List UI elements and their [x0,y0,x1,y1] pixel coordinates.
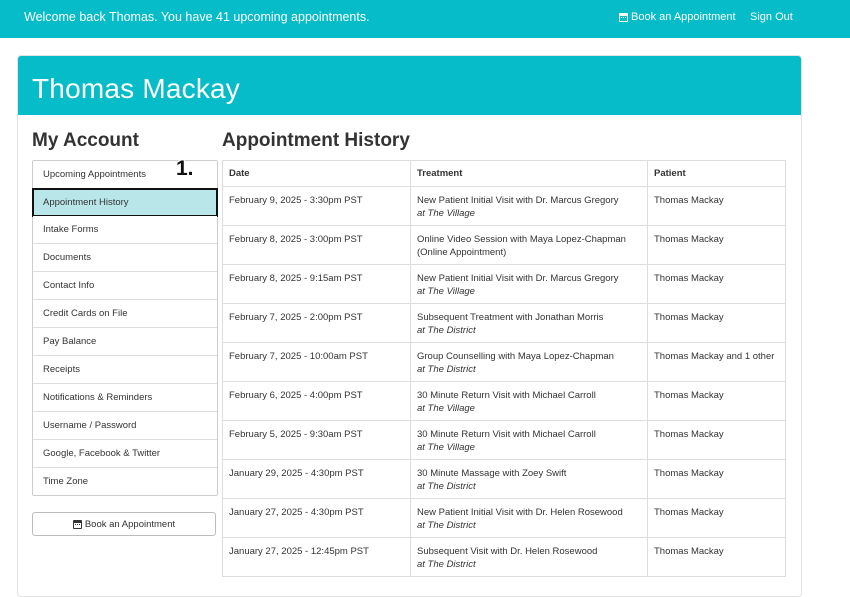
table-row: January 27, 2025 - 12:45pm PST Subsequent… [222,537,786,577]
top-book-appointment-link[interactable]: Book an Appointment [619,11,736,23]
table-header-row: Date Treatment Patient [222,160,786,187]
account-card: Thomas Mackay My Account Upcoming Appoin… [17,55,802,597]
nav-item-contact-info[interactable]: Contact Info [33,272,217,300]
top-bar: Welcome back Thomas. You have 41 upcomin… [0,0,850,38]
sidebar-book-appointment-button[interactable]: Book an Appointment [32,512,216,536]
appointment-location: at The Village [417,442,475,453]
nav-item-intake-forms[interactable]: Intake Forms [33,216,217,244]
appointment-treatment-cell: Subsequent Visit with Dr. Helen Rosewood… [410,537,648,577]
nav-item-time-zone[interactable]: Time Zone [33,468,217,495]
appointment-patient: Thomas Mackay [647,537,786,577]
appointment-patient: Thomas Mackay [647,186,786,226]
appointment-patient: Thomas Mackay [647,225,786,265]
nav-item-pay-balance[interactable]: Pay Balance [33,328,217,356]
sign-out-link[interactable]: Sign Out [750,11,793,23]
appointment-date: February 8, 2025 - 3:00pm PST [222,225,411,265]
appointment-location: at The District [417,481,476,492]
appointment-location: at The District [417,559,476,570]
appointment-date: February 6, 2025 - 4:00pm PST [222,381,411,421]
appointment-location: at The Village [417,208,475,219]
appointment-treatment-cell: New Patient Initial Visit with Dr. Marcu… [410,264,648,304]
table-row: February 9, 2025 - 3:30pm PST New Patient… [222,186,786,226]
appointment-patient: Thomas Mackay [647,381,786,421]
nav-item-username-password[interactable]: Username / Password [33,412,217,440]
table-row: January 29, 2025 - 4:30pm PST 30 Minute M… [222,459,786,499]
appointment-location: at The District [417,325,476,336]
welcome-message: Welcome back Thomas. You have 41 upcomin… [24,10,370,24]
appointment-patient: Thomas Mackay [647,303,786,343]
nav-item-receipts[interactable]: Receipts [33,356,217,384]
appointment-date: February 7, 2025 - 10:00am PST [222,342,411,382]
profile-name: Thomas Mackay [32,73,240,104]
appointment-treatment: New Patient Initial Visit with Dr. Marcu… [417,195,619,206]
appointment-date: January 27, 2025 - 4:30pm PST [222,498,411,538]
table-row: February 8, 2025 - 9:15am PST New Patient… [222,264,786,304]
appointment-treatment-cell: 30 Minute Return Visit with Michael Carr… [410,381,648,421]
appointment-treatment: Group Counselling with Maya Lopez-Chapma… [417,351,614,362]
column-header-patient: Patient [647,160,786,187]
appointment-treatment-cell: 30 Minute Massage with Zoey Swift at The … [410,459,648,499]
appointment-treatment-cell: Online Video Session with Maya Lopez-Cha… [410,225,648,265]
calendar-icon [72,519,82,529]
appointment-date: February 9, 2025 - 3:30pm PST [222,186,411,226]
page-title: Appointment History [222,130,410,151]
appointment-location: at The District [417,364,476,375]
column-header-treatment: Treatment [410,160,648,187]
table-row: February 8, 2025 - 3:00pm PST Online Vide… [222,225,786,265]
appointment-date: January 29, 2025 - 4:30pm PST [222,459,411,499]
nav-item-social-accounts[interactable]: Google, Facebook & Twitter [33,440,217,468]
table-row: February 6, 2025 - 4:00pm PST 30 Minute R… [222,381,786,421]
nav-item-appointment-history[interactable]: Appointment History [32,188,218,217]
appointment-history-table: Date Treatment Patient February 9, 2025 … [222,160,786,577]
appointment-date: January 27, 2025 - 12:45pm PST [222,537,411,577]
appointment-location: at The Village [417,286,475,297]
nav-item-credit-cards[interactable]: Credit Cards on File [33,300,217,328]
table-row: February 7, 2025 - 2:00pm PST Subsequent … [222,303,786,343]
appointment-location: at The District [417,520,476,531]
appointment-location: (Online Appointment) [417,247,507,258]
sidebar-title: My Account [32,130,139,151]
appointment-treatment-cell: 30 Minute Return Visit with Michael Carr… [410,420,648,460]
appointment-location: at The Village [417,403,475,414]
appointment-patient: Thomas Mackay [647,498,786,538]
appointment-patient: Thomas Mackay [647,459,786,499]
column-header-date: Date [222,160,411,187]
account-nav: Upcoming Appointments Appointment Histor… [32,160,218,496]
appointment-treatment-cell: Group Counselling with Maya Lopez-Chapma… [410,342,648,382]
appointment-treatment: New Patient Initial Visit with Dr. Marcu… [417,273,619,284]
appointment-treatment-cell: Subsequent Treatment with Jonathan Morri… [410,303,648,343]
appointment-treatment-cell: New Patient Initial Visit with Dr. Marcu… [410,186,648,226]
sidebar-book-appointment-label: Book an Appointment [84,518,176,530]
appointment-treatment: Subsequent Visit with Dr. Helen Rosewood [417,546,598,557]
table-row: February 7, 2025 - 10:00am PST Group Coun… [222,342,786,382]
appointment-date: February 8, 2025 - 9:15am PST [222,264,411,304]
nav-item-documents[interactable]: Documents [33,244,217,272]
top-book-appointment-label: Book an Appointment [631,11,736,23]
appointment-treatment: Online Video Session with Maya Lopez-Cha… [417,234,626,245]
table-row: January 27, 2025 - 4:30pm PST New Patient… [222,498,786,538]
appointment-patient: Thomas Mackay and 1 other [647,342,786,382]
appointment-treatment: 30 Minute Return Visit with Michael Carr… [417,390,596,401]
step-marker: 1. [176,157,194,180]
appointment-date: February 7, 2025 - 2:00pm PST [222,303,411,343]
appointment-treatment: Subsequent Treatment with Jonathan Morri… [417,312,604,323]
profile-header: Thomas Mackay [18,56,801,115]
appointment-treatment-cell: New Patient Initial Visit with Dr. Helen… [410,498,648,538]
appointment-treatment: 30 Minute Return Visit with Michael Carr… [417,429,596,440]
appointment-date: February 5, 2025 - 9:30am PST [222,420,411,460]
appointment-treatment: 30 Minute Massage with Zoey Swift [417,468,567,479]
table-row: February 5, 2025 - 9:30am PST 30 Minute R… [222,420,786,460]
appointment-treatment: New Patient Initial Visit with Dr. Helen… [417,507,623,518]
appointment-patient: Thomas Mackay [647,420,786,460]
appointment-patient: Thomas Mackay [647,264,786,304]
calendar-icon [619,12,628,22]
nav-item-notifications[interactable]: Notifications & Reminders [33,384,217,412]
